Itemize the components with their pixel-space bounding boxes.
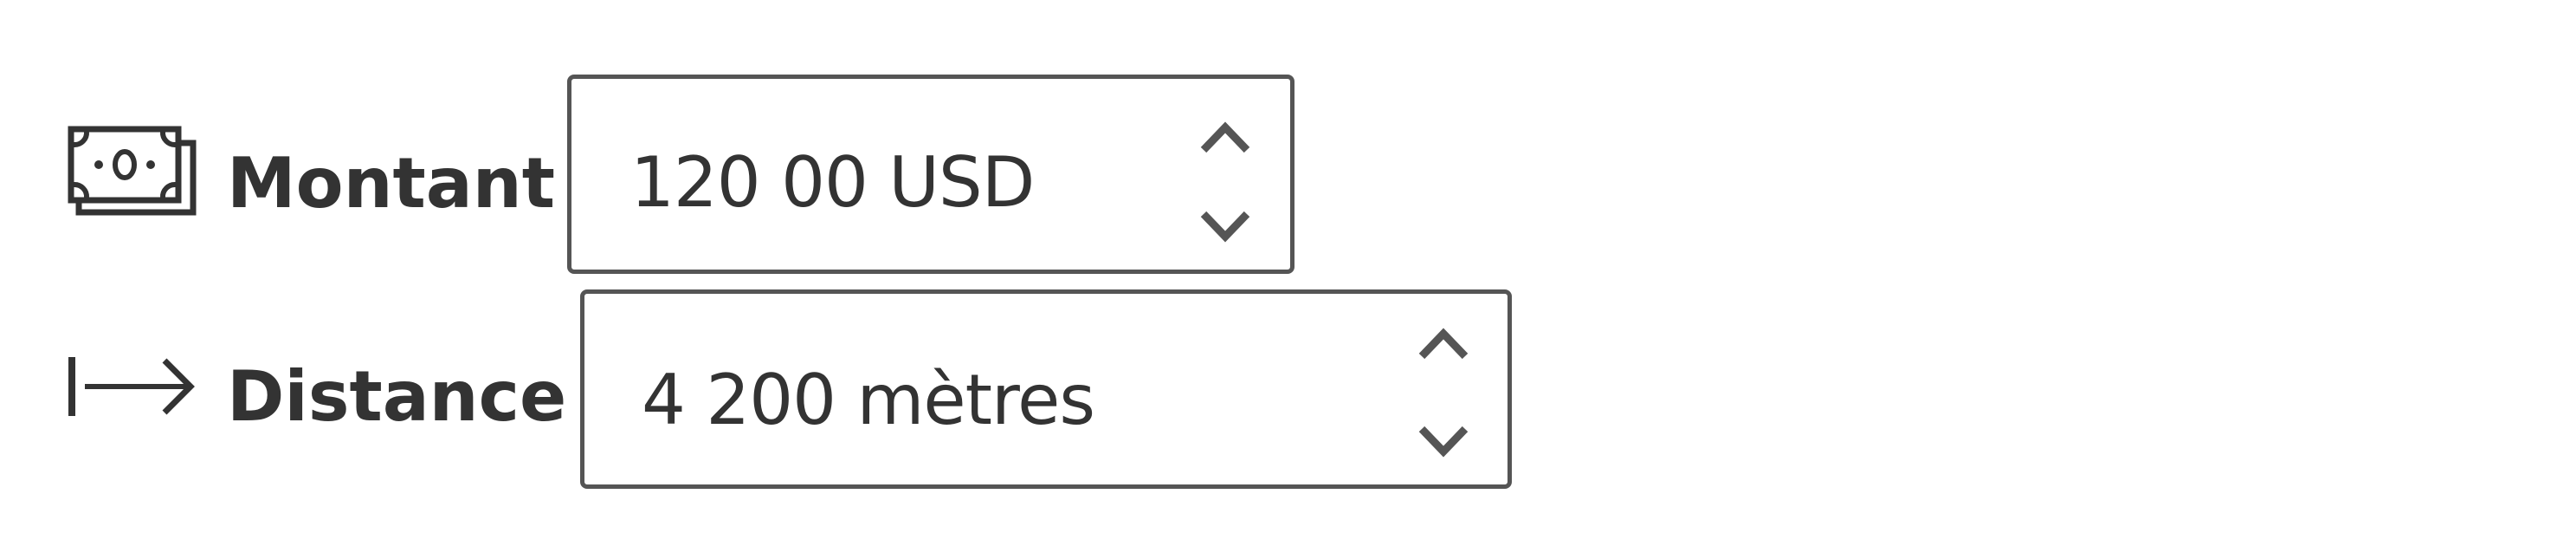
arrow-right-from-bar-icon (68, 355, 197, 418)
montant-label: Montant (227, 143, 555, 224)
chevron-down-icon (1418, 426, 1469, 458)
chevron-up-icon (1418, 328, 1469, 360)
banknote-icon (68, 126, 197, 218)
chevron-down-icon (1200, 211, 1250, 243)
distance-label: Distance (227, 356, 567, 437)
montant-spinbox[interactable]: 120 00 USD (567, 75, 1294, 274)
montant-decrement-button[interactable] (1195, 200, 1256, 252)
chevron-up-icon (1200, 121, 1250, 153)
distance-decrement-button[interactable] (1413, 415, 1474, 467)
montant-value[interactable]: 120 00 USD (630, 148, 1035, 218)
distance-increment-button[interactable] (1413, 318, 1474, 370)
montant-increment-button[interactable] (1195, 112, 1256, 164)
distance-value[interactable]: 4 200 mètres (642, 366, 1095, 435)
distance-spinbox[interactable]: 4 200 mètres (580, 289, 1512, 489)
